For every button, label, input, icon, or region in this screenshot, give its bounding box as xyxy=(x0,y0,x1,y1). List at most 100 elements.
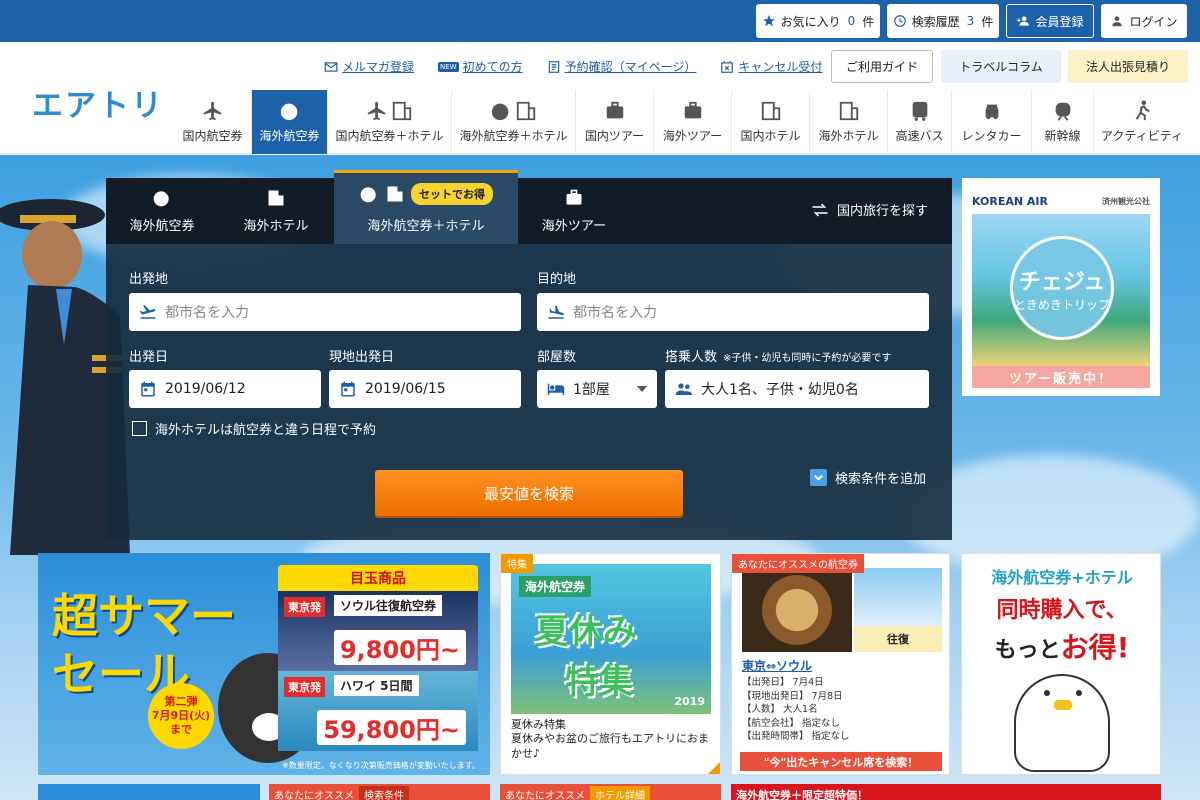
bottom-hotel-card[interactable]: あなたにオススメ ホテル詳細 xyxy=(500,784,721,800)
summer-sale-banner[interactable]: 超サマー セール 第二弾 7月9日(火) まで 目玉商品 東京発 ソウル往復航空券… xyxy=(38,553,490,775)
passengers-label: 搭乗人数 ※子供・幼児も同時に予約が必要です xyxy=(665,350,892,365)
round-trip-label: 往復 xyxy=(854,626,942,652)
nav-domestic-hotel[interactable]: 国内ホテル xyxy=(732,90,810,154)
site-header: エアトリ メルマガ登録 NEW 初めての方 予約確認（マイページ） キャンセル受… xyxy=(0,42,1200,154)
domestic-travel-link[interactable]: 国内旅行を探す xyxy=(811,200,928,219)
flight-details: 【出発日】 7月4日 【現地出発日】 7月8日 【人数】 大人1名 【航空会社】… xyxy=(742,677,850,742)
globe-plane-icon xyxy=(360,187,376,203)
swap-icon xyxy=(812,202,828,217)
login-button[interactable]: ログイン xyxy=(1101,4,1187,38)
corporate-quote-button[interactable]: 法人出張見積り xyxy=(1068,50,1188,83)
passengers-input[interactable]: 大人1名、子供・幼児0名 xyxy=(665,370,929,408)
nav-activity[interactable]: アクティビティ xyxy=(1094,90,1190,154)
jeju-tour-banner[interactable]: KOREAN AIR 済州観光公社 チェジュ ときめきトリップ ツアー販売中！ xyxy=(962,178,1160,396)
nav-intl-flight[interactable]: 海外航空券 xyxy=(252,90,328,154)
tab-intl-flight-hotel[interactable]: セットでお得 海外航空券＋ホテル xyxy=(334,170,518,244)
calendar-icon xyxy=(341,381,355,397)
sale-period-badge: 第二弾 7月9日(火) まで xyxy=(148,683,214,749)
corner-fold-decoration xyxy=(708,762,720,774)
local-depart-date-label: 現地出発日 xyxy=(329,350,395,365)
tab-intl-flight[interactable]: 海外航空券 xyxy=(106,178,218,244)
nav-highway-bus[interactable]: 高速バス xyxy=(888,90,952,154)
favorites-button[interactable]: お気に入り 0 件 xyxy=(756,4,880,38)
airline-logo: KOREAN AIR xyxy=(972,194,1048,208)
takeoff-icon xyxy=(139,305,156,319)
travel-column-button[interactable]: トラベルコラム xyxy=(941,50,1061,83)
origin-label: 出発地 xyxy=(129,272,169,287)
combo-purchase-banner[interactable]: 海外航空券+ホテル 同時購入で、 もっとお得! xyxy=(961,553,1161,775)
hotel-icon xyxy=(761,101,780,121)
add-search-conditions-toggle[interactable]: 検索条件を追加 xyxy=(810,468,926,487)
nav-domestic-flight-hotel[interactable]: 国内航空券＋ホテル xyxy=(328,90,452,154)
service-nav: 国内航空券 海外航空券 国内航空券＋ホテル 海外航空券＋ホテル 国内ツアー 海外… xyxy=(174,90,1190,154)
bottom-special-banner[interactable]: 海外航空券＋限定超特価！ xyxy=(731,784,1161,800)
rooms-select[interactable]: 1部屋 xyxy=(537,370,657,408)
search-tabs: 海外航空券 海外ホテル セットでお得 海外航空券＋ホテル 海外ツアー 国内旅行を… xyxy=(106,170,952,244)
hawaii-deal[interactable]: 東京発 ハワイ 5日間 59,800円~ xyxy=(278,671,478,751)
header-links: メルマガ登録 NEW 初めての方 予約確認（マイページ） キャンセル受付 xyxy=(324,58,822,75)
hotel-icon xyxy=(387,186,403,202)
mail-icon xyxy=(324,61,338,72)
globe-plane-icon xyxy=(280,100,298,121)
bus-icon xyxy=(912,101,927,121)
bottom-banner[interactable] xyxy=(38,784,260,800)
search-lowest-price-button[interactable]: 最安値を検索 xyxy=(375,470,683,516)
activity-icon xyxy=(1135,100,1150,121)
site-logo[interactable]: エアトリ xyxy=(32,80,164,125)
search-history-button[interactable]: 検索履歴 3 件 xyxy=(887,4,999,38)
new-icon: NEW xyxy=(438,61,459,72)
nav-intl-hotel[interactable]: 海外ホテル xyxy=(810,90,888,154)
destination-label: 目的地 xyxy=(537,272,577,287)
hotel-globe-icon xyxy=(839,101,858,121)
featured-deals-header: 目玉商品 xyxy=(278,565,478,591)
cancel-seat-search-button[interactable]: "今"出たキャンセル席を検索！ xyxy=(740,752,942,771)
tab-intl-hotel[interactable]: 海外ホテル xyxy=(218,178,334,244)
guide-button[interactable]: ご利用ガイド xyxy=(831,50,933,83)
chevron-down-icon xyxy=(810,469,827,486)
landing-icon xyxy=(548,305,564,319)
route-link[interactable]: 東京⇔ソウル xyxy=(742,657,812,674)
reservation-check-link[interactable]: 予約確認（マイページ） xyxy=(547,58,696,75)
mascot-bird-image xyxy=(1014,674,1110,772)
rooms-label: 部屋数 xyxy=(537,350,577,365)
clock-icon xyxy=(893,15,906,27)
bottom-recommend-card[interactable]: あなたにオススメ 検索条件 xyxy=(269,784,490,800)
different-dates-checkbox[interactable]: 海外ホテルは航空券と違う日程で予約 xyxy=(132,419,376,438)
tab-intl-tour[interactable]: 海外ツアー xyxy=(518,178,630,244)
suitcase-icon xyxy=(566,189,582,205)
cancel-link[interactable]: キャンセル受付 xyxy=(720,58,822,75)
people-icon xyxy=(675,383,693,395)
nav-domestic-flight[interactable]: 国内航空券 xyxy=(174,90,252,154)
hotel-icon xyxy=(516,101,536,121)
sale-disclaimer: ※数量限定。なくなり次第販売価格が変動いたします。 xyxy=(282,761,480,770)
bed-icon xyxy=(547,383,565,395)
origin-input[interactable]: 都市名を入力 xyxy=(129,293,521,331)
nav-rental-car[interactable]: レンタカー xyxy=(952,90,1032,154)
suitcase-globe-icon xyxy=(684,101,701,119)
summer-feature-image: 海外航空券 夏休み 特集 2019 xyxy=(511,564,711,714)
seoul-deal[interactable]: 東京発 ソウル往復航空券 9,800円~ xyxy=(278,591,478,671)
user-icon xyxy=(1112,16,1123,27)
plane-icon xyxy=(203,101,221,121)
newsletter-link[interactable]: メルマガ登録 xyxy=(324,58,414,75)
destination-input[interactable]: 都市名を入力 xyxy=(537,293,929,331)
nav-intl-flight-hotel[interactable]: 海外航空券＋ホテル xyxy=(452,90,576,154)
nav-shinkansen[interactable]: 新幹線 xyxy=(1032,90,1094,154)
summer-feature-card[interactable]: 特集 海外航空券 夏休み 特集 2019 夏休み特集 夏休みやお盆のご旅行もエア… xyxy=(500,553,721,775)
checkbox-box[interactable] xyxy=(132,421,147,436)
depart-date-label: 出発日 xyxy=(129,350,169,365)
plane-icon xyxy=(367,101,386,121)
airplane-image xyxy=(854,568,942,626)
register-button[interactable]: 会員登録 xyxy=(1006,4,1094,38)
local-depart-date-input[interactable]: 2019/06/15 xyxy=(329,370,521,408)
depart-date-input[interactable]: 2019/06/12 xyxy=(129,370,321,408)
nav-domestic-tour[interactable]: 国内ツアー xyxy=(576,90,654,154)
car-icon xyxy=(985,104,998,120)
globe-plane-icon xyxy=(153,188,170,207)
add-user-icon xyxy=(1017,16,1030,26)
feature-tag: 特集 xyxy=(501,554,533,573)
nav-intl-tour[interactable]: 海外ツアー xyxy=(654,90,732,154)
recommended-flight-card[interactable]: あなたにオススメの航空券 往復 東京⇔ソウル 【出発日】 7月4日 【現地出発日… xyxy=(731,553,950,775)
first-time-link[interactable]: NEW 初めての方 xyxy=(438,58,523,75)
set-discount-badge: セットでお得 xyxy=(411,183,493,205)
